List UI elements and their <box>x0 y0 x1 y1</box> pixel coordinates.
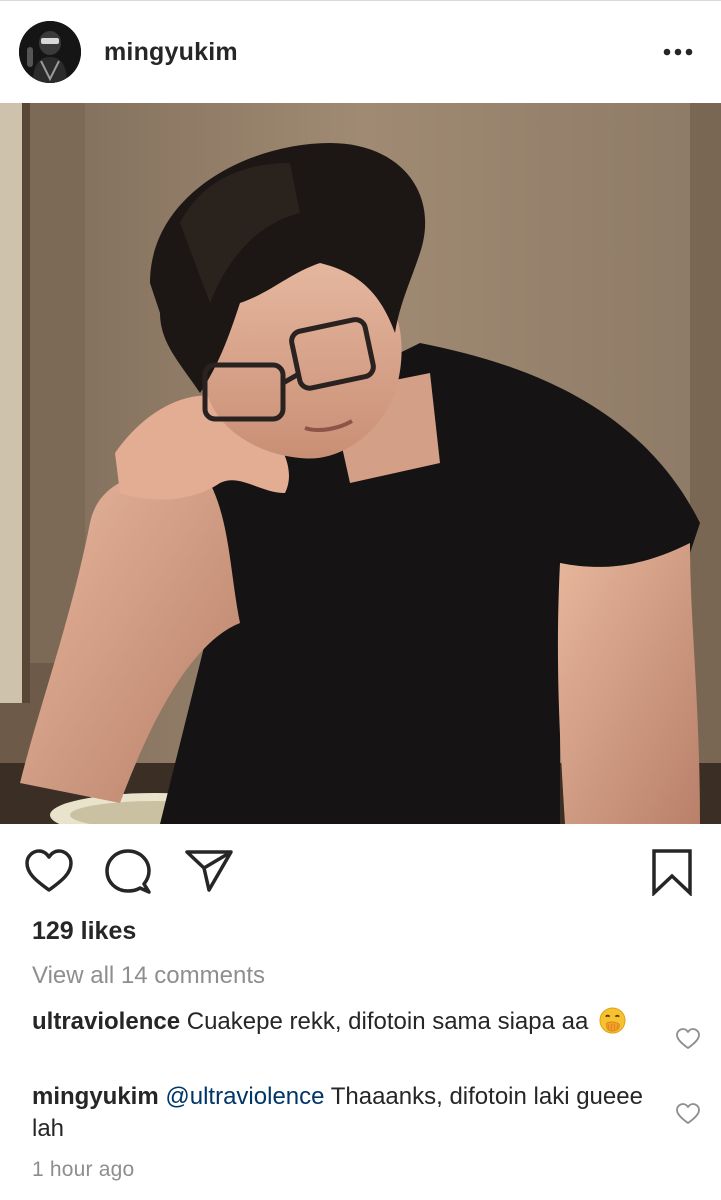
heart-outline-icon <box>676 1103 700 1124</box>
more-dots-icon <box>663 48 693 56</box>
save-button[interactable] <box>650 848 694 898</box>
comment-text: Cuakepe rekk, difotoin sama siapa aa <box>186 1008 589 1035</box>
post-header: mingyukim <box>0 1 721 103</box>
post-username[interactable]: mingyukim <box>104 38 238 67</box>
comment-like-button[interactable] <box>675 1027 701 1051</box>
paper-plane-icon <box>185 850 233 892</box>
avatar-photo <box>19 21 81 83</box>
comment-button[interactable] <box>104 848 152 896</box>
post-photo-image <box>0 103 721 824</box>
avatar[interactable] <box>19 21 81 83</box>
bookmark-icon <box>652 849 692 898</box>
heart-icon <box>25 849 73 892</box>
like-button[interactable] <box>24 848 74 894</box>
comment-like-button[interactable] <box>675 1102 701 1126</box>
action-bar <box>0 824 721 920</box>
comment: mingyukim @ultraviolence Thaaanks, difot… <box>32 1081 652 1145</box>
likes-count[interactable]: 129 likes <box>32 917 136 946</box>
post-timestamp: 1 hour ago <box>32 1158 135 1181</box>
comment: ultraviolence Cuakepe rekk, difotoin sam… <box>32 1006 652 1038</box>
post-photo[interactable] <box>0 103 721 824</box>
comment-bubble-icon <box>105 849 151 894</box>
view-all-comments-link[interactable]: View all 14 comments <box>32 962 265 990</box>
comment-username[interactable]: ultraviolence <box>32 1008 180 1035</box>
heart-outline-icon <box>676 1028 700 1049</box>
face-with-hand-over-mouth-emoji <box>599 1007 626 1034</box>
more-options-button[interactable] <box>656 37 700 67</box>
comment-mention-link[interactable]: @ultraviolence <box>165 1083 324 1110</box>
comment-username[interactable]: mingyukim <box>32 1083 159 1110</box>
share-button[interactable] <box>184 848 234 894</box>
